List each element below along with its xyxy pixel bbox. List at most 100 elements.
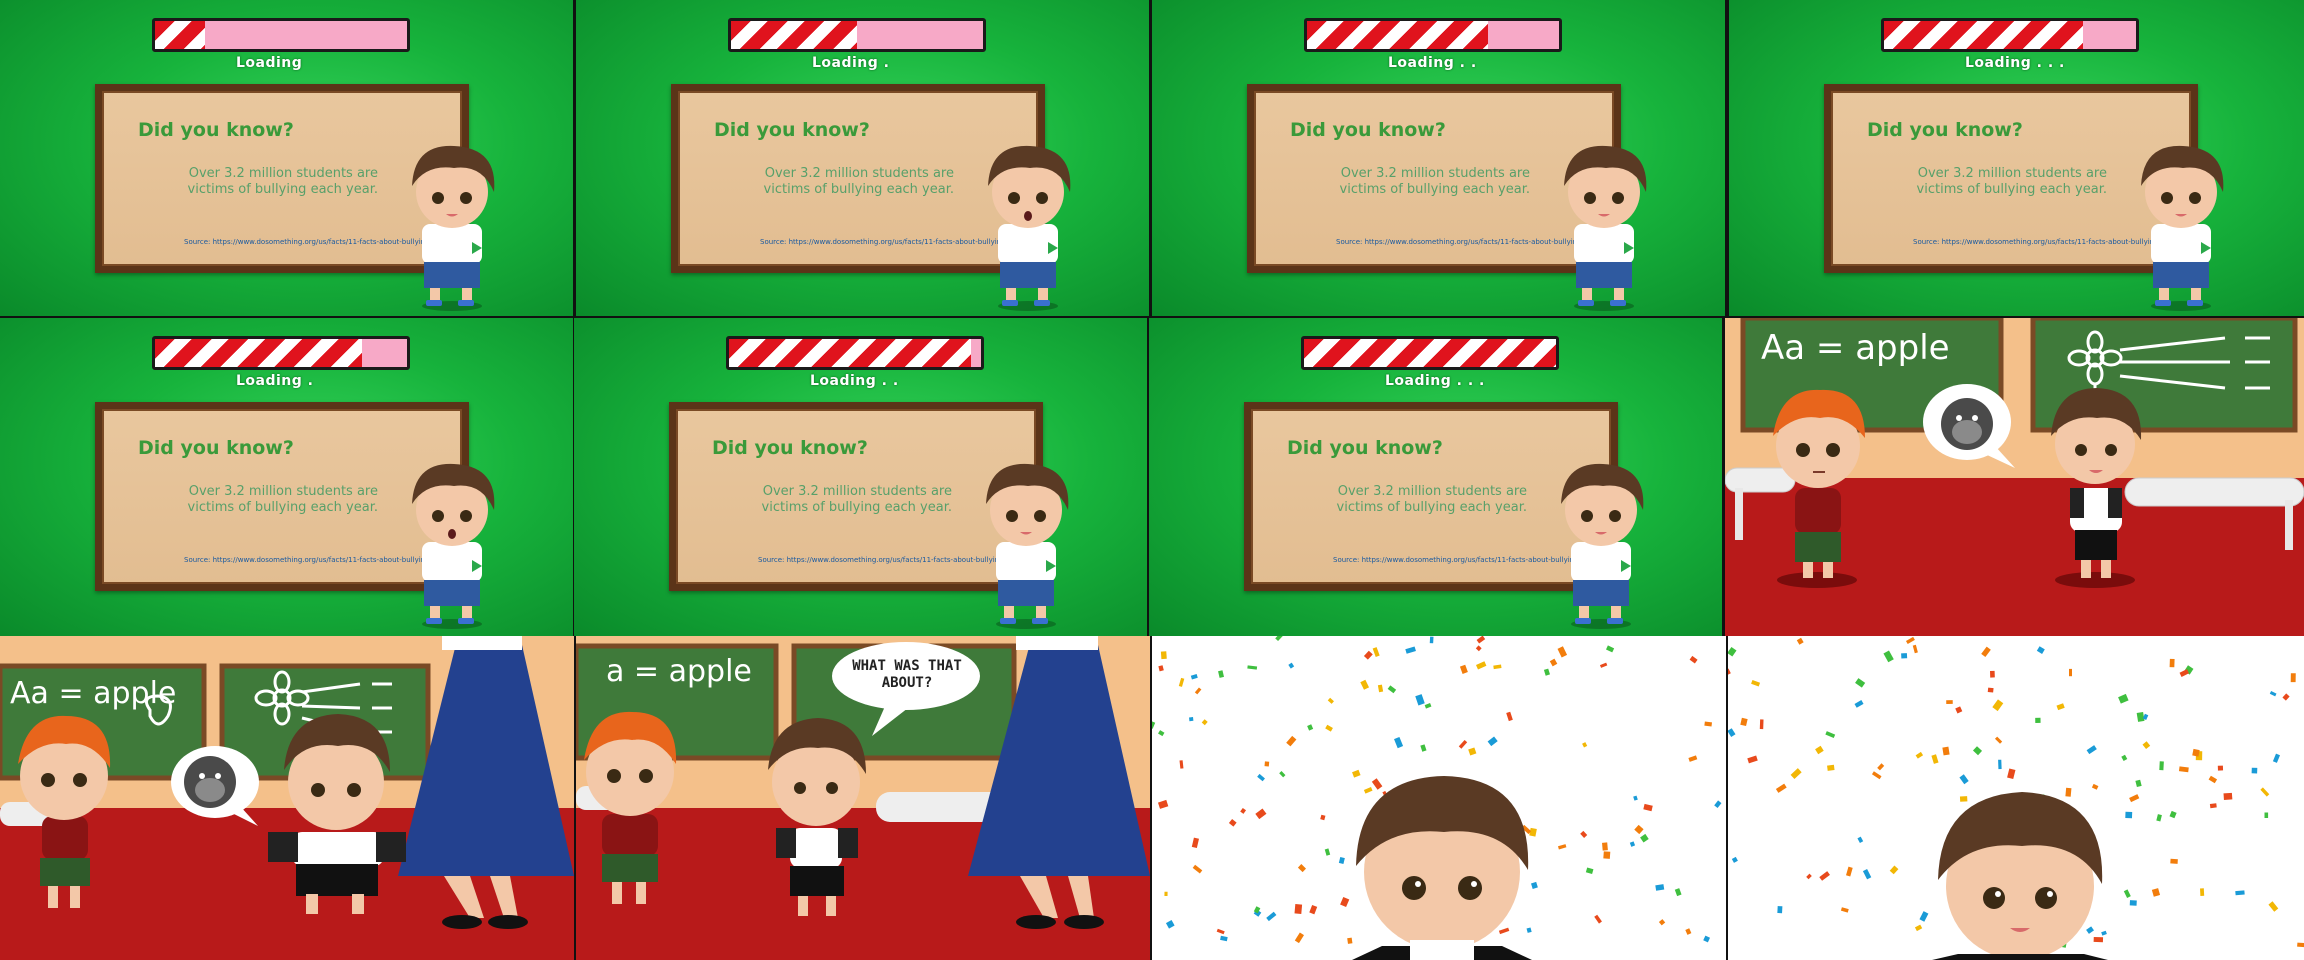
loading-screen-3: Loading . . Did you know? Over 3.2 milli… <box>1152 0 1725 316</box>
fact-title: Did you know? <box>1290 119 1446 141</box>
confetti-piece <box>1728 668 1731 675</box>
confetti-piece <box>1415 694 1425 706</box>
confetti-piece <box>1633 795 1638 801</box>
confetti-piece <box>2156 814 2162 822</box>
confetti-piece <box>1360 679 1370 690</box>
loading-label: Loading . . <box>1388 55 1477 71</box>
confetti-piece <box>1689 655 1698 664</box>
confetti-piece <box>1324 848 1331 856</box>
fact-text: Over 3.2 million students are victims of… <box>178 166 378 198</box>
confetti-piece <box>2159 761 2164 771</box>
confetti-piece <box>2129 900 2137 906</box>
confetti-piece <box>1998 759 2002 770</box>
confetti-piece <box>2121 754 2128 761</box>
confetti-piece <box>1599 662 1608 668</box>
confetti-piece <box>2007 768 2016 780</box>
loading-progress-bar <box>726 336 984 370</box>
confetti-piece <box>1685 928 1692 935</box>
kid-character-wrap <box>972 462 1090 632</box>
kid-character-wrap <box>2127 144 2245 314</box>
confetti-piece <box>2264 812 2269 818</box>
confetti-piece <box>1228 819 1237 827</box>
fact-line-1: Over 3.2 million students are <box>1340 166 1530 181</box>
confetti-piece <box>1606 645 1615 653</box>
loading-screen-7: Loading . . . Did you know? Over 3.2 mil… <box>1149 318 1722 636</box>
confetti-piece <box>1190 674 1198 680</box>
confetti-piece <box>2192 748 2200 757</box>
kid-character <box>988 145 1071 311</box>
loading-progress-fill <box>729 339 971 367</box>
confetti-piece <box>1294 932 1304 944</box>
confetti-piece <box>1257 773 1265 782</box>
confetti-piece <box>1688 755 1698 762</box>
confetti-piece <box>1582 742 1588 748</box>
loading-screen-1: Loading Did you know? Over 3.2 million s… <box>0 0 573 316</box>
loading-progress-fill <box>731 21 857 49</box>
fact-line-1: Over 3.2 million students are <box>188 484 378 499</box>
confetti-piece <box>2069 668 2072 677</box>
confetti-piece <box>1394 736 1404 749</box>
confetti-piece <box>1674 888 1682 897</box>
confetti-piece <box>1279 770 1286 778</box>
confetti-piece <box>2036 646 2045 654</box>
confetti-piece <box>1658 919 1666 926</box>
fact-line-1: Over 3.2 million students are <box>188 166 378 181</box>
fact-text: Over 3.2 million students are victims of… <box>1907 166 2107 198</box>
classroom-scene-3: a = apple WHAT WAS THAT ABOUT? <box>576 636 1150 960</box>
kid-character-wrap <box>398 144 516 314</box>
confetti-piece <box>1387 685 1397 694</box>
confetti-piece <box>1531 881 1538 889</box>
fact-title: Did you know? <box>138 119 294 141</box>
kid-character <box>412 145 495 311</box>
confetti-piece <box>1915 751 1924 759</box>
kid-character-wrap <box>1547 462 1665 632</box>
confetti-piece <box>2170 858 2178 864</box>
confetti-piece <box>2123 889 2131 898</box>
confetti-piece <box>2136 712 2145 722</box>
confetti-piece <box>2269 691 2277 697</box>
confetti-piece <box>1731 856 1738 863</box>
confetti-piece <box>1549 658 1558 667</box>
confetti-piece <box>2101 930 2107 936</box>
confetti-piece <box>1157 799 1169 809</box>
confetti-piece <box>1178 677 1185 687</box>
confetti-piece <box>2297 942 2304 948</box>
confetti-piece <box>1655 884 1665 891</box>
fact-line-1: Over 3.2 million students are <box>1337 484 1527 499</box>
confetti-piece <box>2235 890 2245 896</box>
confetti-piece <box>1959 774 1969 785</box>
confetti-piece <box>2135 779 2142 788</box>
fact-line-2: victims of bullying each year. <box>187 182 378 197</box>
confetti-piece <box>1640 833 1649 843</box>
confetti-piece <box>1585 867 1594 875</box>
board-text-apple: Aa = apple <box>1761 328 1950 368</box>
confetti-piece <box>1255 808 1267 820</box>
kid-character <box>986 463 1069 629</box>
confetti-art-2 <box>1728 636 2304 960</box>
confetti-piece <box>1889 865 1899 875</box>
confetti-piece <box>1320 814 1326 821</box>
confetti-piece <box>2178 766 2189 773</box>
confetti-piece <box>1603 851 1611 859</box>
confetti-piece <box>1883 650 1894 663</box>
confetti-piece <box>1728 728 1736 738</box>
confetti-piece <box>1728 646 1737 657</box>
confetti-piece <box>1264 761 1270 767</box>
confetti-piece <box>2272 753 2280 763</box>
loading-progress-fill <box>1307 21 1489 49</box>
kid-character-wrap <box>1550 144 1668 314</box>
confetti-piece <box>1871 771 1882 780</box>
confetti-piece <box>1297 864 1307 873</box>
confetti-piece <box>2065 787 2072 797</box>
confetti-piece <box>1557 646 1568 658</box>
confetti-piece <box>2125 811 2133 819</box>
confetti-piece <box>1942 746 1950 756</box>
confetti-art-1 <box>1152 636 1722 960</box>
confetti-piece <box>2282 693 2290 701</box>
confetti-piece <box>1634 824 1644 835</box>
confetti-piece <box>1493 664 1502 670</box>
confetti-piece <box>1498 927 1510 935</box>
confetti-piece <box>1959 796 1968 802</box>
confetti-piece <box>1266 911 1277 922</box>
kid-character <box>412 463 495 629</box>
